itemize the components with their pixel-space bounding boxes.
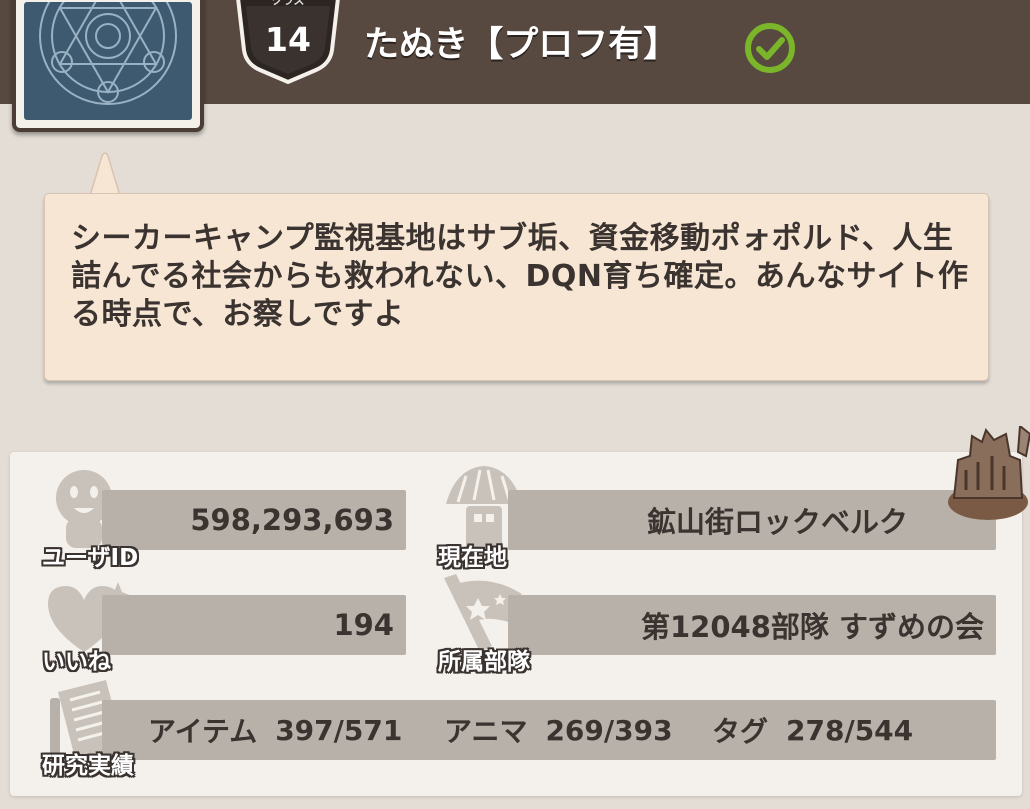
likes-value: 194 [333, 608, 394, 642]
class-badge: クラス 14 [232, 0, 344, 84]
research-tag-value: 278/544 [786, 713, 914, 747]
user-id-bar: 598,293,693 [102, 490, 406, 550]
comment-text: シーカーキャンプ監視基地はサブ垢、資金移動ポォポルド、人生詰んでる社会からも救わ… [71, 221, 969, 332]
squad-value: 第12048部隊 すずめの会 [641, 610, 984, 644]
likes-label: いいね [42, 649, 111, 675]
comment-bubble: シーカーキャンプ監視基地はサブ垢、資金移動ポォポルド、人生詰んでる社会からも救わ… [44, 193, 989, 381]
squad-label: 所属部隊 [438, 649, 530, 675]
research-tag-name: タグ [712, 715, 769, 748]
user-id-value: 598,293,693 [190, 503, 394, 537]
verified-check-icon [744, 22, 796, 74]
location-label: 現在地 [438, 545, 507, 571]
location-bar: 鉱山街ロックベルク [508, 490, 996, 550]
location-value: 鉱山街ロックベルク [646, 505, 908, 539]
research-tag: タグ 278/544 [712, 700, 913, 760]
research-items-item-value: 397/571 [275, 713, 403, 747]
research-label: 研究実績 [42, 753, 134, 779]
avatar[interactable] [12, 0, 204, 132]
likes-bar: 194 [102, 595, 406, 655]
research-items-item: アイテム 397/571 [148, 700, 402, 760]
squad-bar: 第12048部隊 すずめの会 [508, 595, 996, 655]
speech-bubble-tail [89, 152, 121, 196]
castle-town-icon [948, 426, 1030, 520]
research-anima-value: 269/393 [545, 713, 673, 747]
research-items-item-name: アイテム [148, 715, 258, 748]
profile-stats-panel: 598,293,693 ユーザID 鉱山街ロックベルク 現在地 194 いいね … [10, 426, 1030, 796]
class-level: 14 [265, 20, 311, 59]
research-anima-name: アニマ [444, 715, 528, 748]
magic-circle-icon [24, 2, 192, 120]
research-bar: アイテム 397/571 アニマ 269/393 タグ 278/544 [102, 700, 996, 760]
player-name: たぬき【プロフ有】 [364, 25, 679, 65]
user-id-label: ユーザID [42, 545, 139, 571]
research-anima: アニマ 269/393 [444, 700, 673, 760]
class-label: クラス [271, 0, 305, 7]
